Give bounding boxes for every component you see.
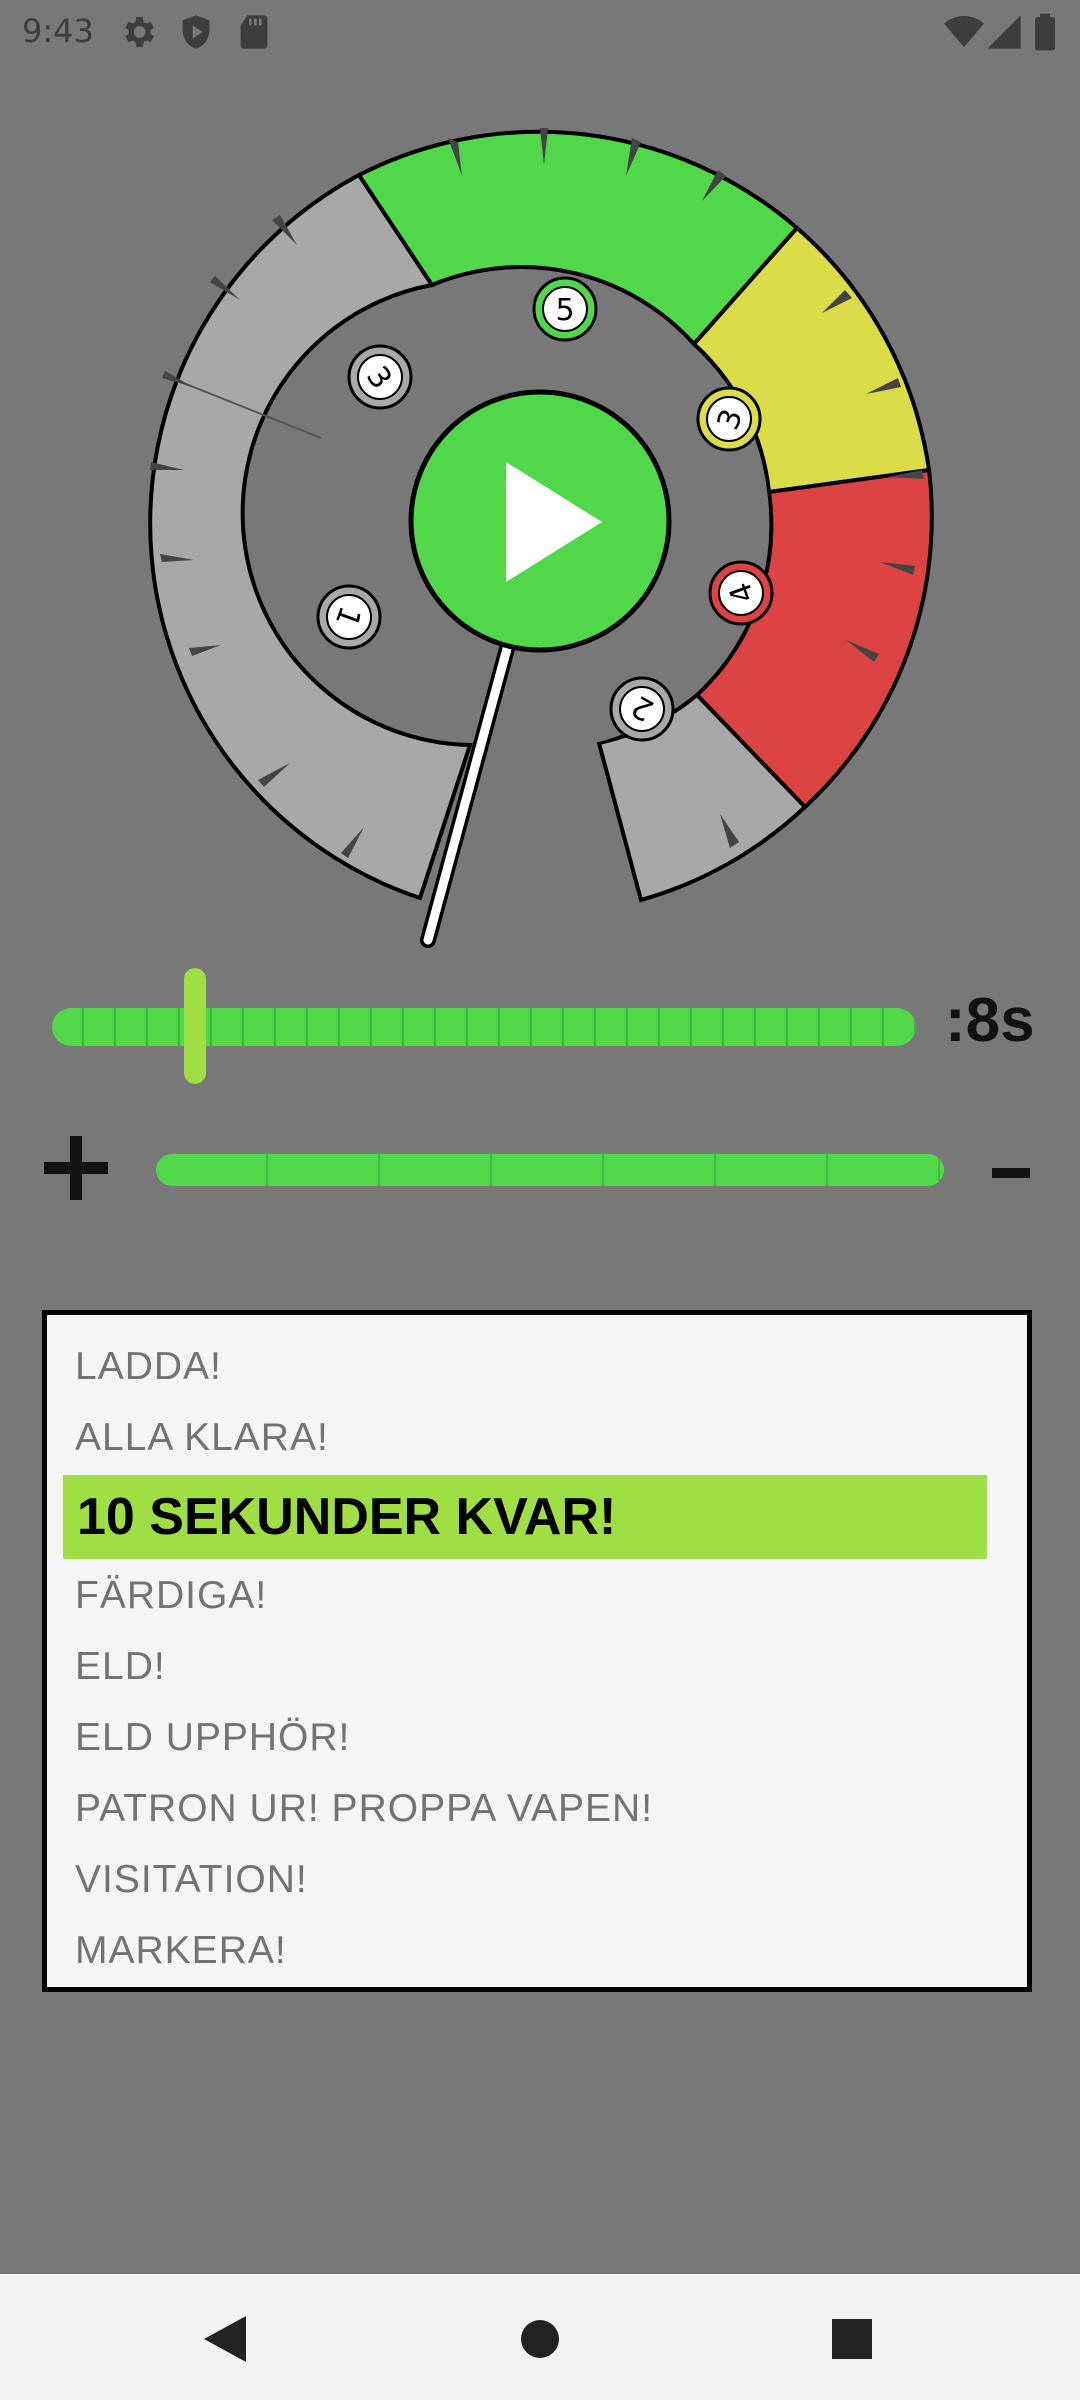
- list-item[interactable]: FÄRDIGA!: [75, 1574, 267, 1618]
- list-item[interactable]: LADDA!: [75, 1345, 222, 1389]
- back-icon[interactable]: [146, 2274, 306, 2400]
- dial-marker-gray-left[interactable]: 3: [347, 344, 413, 410]
- dial-marker-green-label: 5: [555, 293, 574, 328]
- time-slider-track[interactable]: [52, 1008, 916, 1046]
- dial-marker-yellow[interactable]: 3: [696, 386, 762, 452]
- play-button[interactable]: [408, 389, 672, 653]
- list-item[interactable]: ELD UPPHÖR!: [75, 1716, 350, 1760]
- minus-icon[interactable]: [992, 1168, 1030, 1178]
- list-item[interactable]: PATRON UR! PROPPA VAPEN!: [75, 1787, 653, 1831]
- list-item[interactable]: MARKERA!: [75, 1929, 287, 1973]
- navigation-bar: [0, 2274, 1080, 2400]
- dial-marker-gray-bottom-left[interactable]: 1: [316, 584, 382, 650]
- list-item-selected[interactable]: 10 SEKUNDER KVAR!: [63, 1475, 987, 1559]
- timer-dial[interactable]: 5 3 3 4 1 2: [0, 0, 1080, 960]
- recents-icon[interactable]: [772, 2274, 932, 2400]
- list-item[interactable]: ALLA KLARA!: [75, 1416, 329, 1460]
- time-slider-thumb[interactable]: [184, 968, 206, 1084]
- dial-marker-green[interactable]: 5: [532, 276, 598, 342]
- home-icon[interactable]: [460, 2274, 620, 2400]
- dial-marker-red[interactable]: 4: [708, 560, 774, 626]
- list-item[interactable]: VISITATION!: [75, 1858, 308, 1902]
- time-value-label: :8s: [945, 986, 1035, 1055]
- dial-marker-gray-bottom-right[interactable]: 2: [609, 676, 675, 742]
- command-list[interactable]: LADDA! ALLA KLARA! 10 SEKUNDER KVAR! FÄR…: [42, 1310, 1032, 1992]
- list-item[interactable]: ELD!: [75, 1645, 166, 1689]
- step-slider-track[interactable]: [156, 1154, 944, 1186]
- plus-icon[interactable]: [42, 1134, 110, 1202]
